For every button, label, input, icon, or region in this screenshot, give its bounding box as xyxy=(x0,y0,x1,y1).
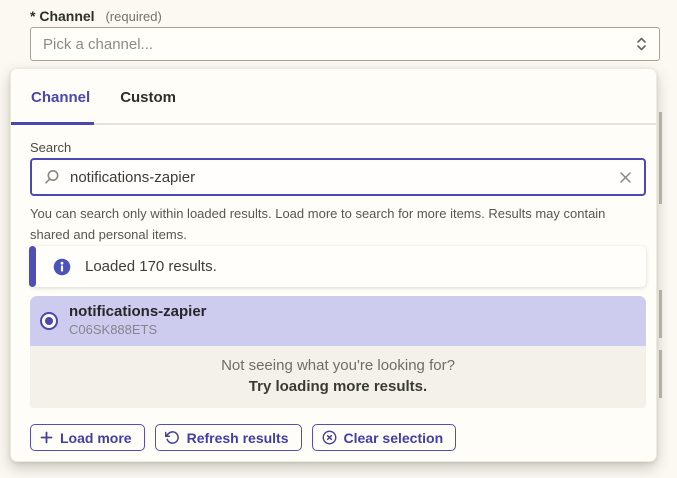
channel-dropdown-panel: Channel Custom Search You can search onl… xyxy=(10,68,657,462)
required-note: (required) xyxy=(105,9,161,24)
background-field-edge xyxy=(659,290,662,338)
list-footer: Not seeing what you're looking for? Try … xyxy=(30,346,646,408)
load-more-button[interactable]: Load more xyxy=(30,424,145,451)
tab-custom[interactable]: Custom xyxy=(120,89,176,106)
clear-selection-button[interactable]: Clear selection xyxy=(312,424,457,451)
result-text: notifications-zapier C06SK888ETS xyxy=(69,303,207,339)
clear-search-icon[interactable] xyxy=(619,171,632,184)
field-label: * Channel (required) xyxy=(30,8,162,24)
select-placeholder: Pick a channel... xyxy=(43,36,636,53)
result-id: C06SK888ETS xyxy=(69,322,207,339)
background-field-edge xyxy=(659,112,662,204)
search-field xyxy=(30,158,646,196)
plus-icon xyxy=(40,431,53,444)
chevron-up-down-icon xyxy=(636,36,647,52)
tab-bar: Channel Custom xyxy=(11,69,656,125)
refresh-results-label: Refresh results xyxy=(187,430,289,446)
refresh-icon xyxy=(165,430,180,445)
radio-dot xyxy=(45,317,53,325)
result-option-notifications-zapier[interactable]: notifications-zapier C06SK888ETS xyxy=(30,296,646,346)
result-name: notifications-zapier xyxy=(69,303,207,322)
search-icon xyxy=(44,169,60,185)
search-input[interactable] xyxy=(70,169,619,186)
info-icon xyxy=(53,258,71,276)
background-field-edge xyxy=(659,350,662,398)
alert-text: Loaded 170 results. xyxy=(85,258,217,275)
x-circle-icon xyxy=(322,430,337,445)
active-tab-underline xyxy=(11,122,94,125)
required-asterisk: * xyxy=(30,8,35,24)
channel-select[interactable]: Pick a channel... xyxy=(30,27,660,61)
try-loading-hint: Try loading more results. xyxy=(30,378,646,395)
not-seeing-hint: Not seeing what you're looking for? xyxy=(30,357,646,374)
radio-selected-icon[interactable] xyxy=(40,312,58,330)
action-buttons-row: Load more Refresh results Clear selectio… xyxy=(30,424,456,451)
alert-accent-bar xyxy=(29,246,36,287)
field-name: Channel xyxy=(39,8,94,24)
load-more-label: Load more xyxy=(60,430,132,446)
tab-channel[interactable]: Channel xyxy=(31,89,90,106)
tab-divider xyxy=(11,123,656,125)
clear-selection-label: Clear selection xyxy=(344,430,444,446)
search-label: Search xyxy=(30,140,71,155)
search-helper-text: You can search only within loaded result… xyxy=(30,203,644,245)
refresh-results-button[interactable]: Refresh results xyxy=(155,424,302,451)
loaded-results-alert: Loaded 170 results. xyxy=(30,246,646,287)
